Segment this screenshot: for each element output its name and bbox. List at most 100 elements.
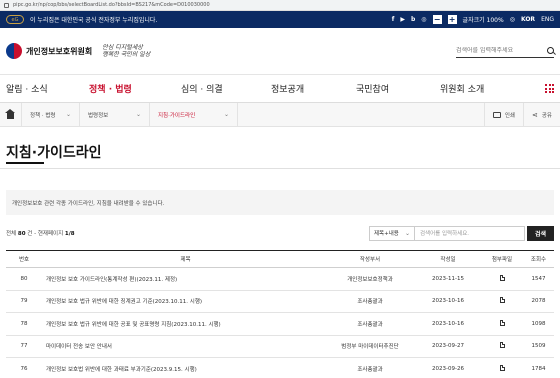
breadcrumb: 정책 · 법령 ⌄ 법령정보 ⌄ 지침·가이드라인 ⌄ 인쇄 ⋖ 공유 (0, 102, 560, 127)
table-row[interactable]: 78 개인정보 보호 법규 위반에 대한 공표 및 공표명령 지침(2023.1… (6, 312, 554, 336)
row-title-link[interactable]: 개인정보 보호 법규 위반에 대한 공표 및 공표명령 지침(2023.10.1… (42, 312, 325, 336)
file-icon[interactable] (499, 297, 505, 304)
search-icon[interactable] (547, 47, 554, 54)
row-number: 79 (6, 290, 42, 313)
row-views: 1509 (523, 335, 554, 358)
row-dept: 조사총괄과 (325, 312, 415, 336)
breadcrumb-label: 정책 · 법령 (30, 112, 56, 119)
col-header-views: 조회수 (530, 257, 547, 263)
font-size-label: 글자크기 100% (462, 17, 504, 24)
gov-notice-text: 이 누리집은 대한민국 공식 전자정부 누리집입니다. (30, 17, 158, 24)
nav-item-disclosure[interactable]: 정보공개 (271, 82, 356, 95)
section-divider (0, 168, 560, 169)
lang-eng-link[interactable]: ENG (541, 16, 554, 23)
url-text[interactable]: pipc.go.kr/np/cop/bbs/selectBoardList.do… (13, 2, 210, 8)
lang-kor-link[interactable]: KOR (521, 16, 535, 23)
lock-icon (4, 2, 9, 8)
count-mid: 건 - 현재페이지 (27, 231, 64, 237)
col-header-date: 작성일 (440, 257, 456, 263)
row-title-link[interactable]: 개인정보 보호 법규 위반에 대한 징계권고 기준(2023.10.11. 시행… (42, 290, 325, 313)
site-search (456, 44, 554, 58)
all-menu-grid-icon[interactable] (545, 84, 554, 93)
nav-item-participation[interactable]: 국민참여 (356, 82, 440, 95)
count-prefix: 전체 (6, 231, 17, 237)
file-icon[interactable] (499, 342, 505, 349)
table-row[interactable]: 80 개인정보 보호 가이드라인(통계작성 편)(2023.11. 제정) 개인… (6, 267, 554, 291)
font-increase-button[interactable]: + (447, 15, 457, 24)
row-date: 2023-11-15 (415, 267, 481, 291)
col-header-number: 번호 (18, 257, 30, 263)
globe-icon: ◎ (509, 16, 515, 23)
row-file-cell (481, 290, 523, 313)
breadcrumb-item-guideline[interactable]: 지침·가이드라인 ⌄ (150, 102, 238, 127)
share-button[interactable]: ⋖ 공유 (523, 102, 560, 127)
col-header-title: 제목 (180, 257, 191, 263)
government-emblem-icon[interactable] (6, 43, 22, 59)
search-type-select[interactable]: 제목+내용 ⌄ (369, 225, 415, 241)
file-icon[interactable] (499, 319, 505, 326)
chevron-down-icon: ⌄ (223, 111, 229, 118)
row-dept: 범정부 마이데이터추진단 (325, 335, 415, 358)
list-toolbar: 전체 80 건 - 현재페이지 1/8 제목+내용 ⌄ 검색어를 입력하세요. … (6, 225, 554, 241)
home-button[interactable] (0, 102, 22, 127)
nav-item-policy[interactable]: 정책 · 법령 (89, 82, 181, 95)
home-icon (5, 109, 15, 119)
result-count: 전체 80 건 - 현재페이지 1/8 (6, 229, 75, 237)
file-icon[interactable] (499, 364, 505, 371)
chevron-down-icon: ⌄ (65, 111, 71, 118)
nav-item-about[interactable]: 위원회 소개 (440, 82, 484, 95)
facebook-icon[interactable]: f (392, 16, 395, 23)
site-header: 개인정보보호위원회 안심 디지털세상 행복한 국민의 일상 (0, 28, 560, 75)
search-button[interactable]: 검색 (527, 225, 554, 241)
org-name[interactable]: 개인정보보호위원회 (26, 46, 92, 57)
print-button[interactable]: 인쇄 (483, 102, 523, 127)
row-file-cell (481, 312, 523, 336)
row-number: 80 (6, 267, 42, 291)
blog-icon[interactable]: b (411, 16, 415, 23)
page-indicator: 1/8 (64, 231, 75, 237)
breadcrumb-item-policy[interactable]: 정책 · 법령 ⌄ (22, 102, 80, 127)
row-number: 77 (6, 335, 42, 358)
row-dept: 조사총괄과 (325, 357, 415, 378)
table-row[interactable]: 79 개인정보 보호 법규 위반에 대한 징계권고 기준(2023.10.11.… (6, 290, 554, 313)
row-title-link[interactable]: 개인정보 보호법 위반에 대한 과태료 부과기준(2023.9.15. 시행) (42, 357, 325, 378)
chevron-down-icon: ⌄ (135, 111, 141, 118)
instagram-icon[interactable]: ◎ (421, 16, 426, 23)
guideline-table: 번호 제목 작성부서 작성일 첨부파일 조회수 80 개인정보 보호 가이드라인… (6, 250, 554, 378)
nav-item-news[interactable]: 알림 · 소식 (6, 82, 89, 95)
row-date: 2023-09-26 (415, 357, 481, 378)
share-label: 공유 (541, 112, 552, 119)
board-search: 제목+내용 ⌄ 검색어를 입력하세요. 검색 (369, 225, 554, 241)
table-row[interactable]: 76 개인정보 보호법 위반에 대한 과태료 부과기준(2023.9.15. 시… (6, 357, 554, 378)
row-views: 1098 (523, 312, 554, 336)
board-search-input[interactable]: 검색어를 입력하세요. (415, 225, 525, 241)
table-header-row: 번호 제목 작성부서 작성일 첨부파일 조회수 (6, 250, 554, 268)
print-icon (492, 111, 501, 118)
slogan: 안심 디지털세상 행복한 국민의 일상 (102, 44, 150, 58)
row-views: 1547 (523, 267, 554, 291)
row-dept: 개인정보보호정책과 (325, 267, 415, 291)
row-number: 76 (6, 357, 42, 378)
col-header-dept: 작성부서 (359, 257, 381, 263)
row-file-cell (481, 335, 523, 358)
row-views: 1784 (523, 357, 554, 378)
nav-item-deliberation[interactable]: 심의 · 의결 (181, 82, 271, 95)
row-title-link[interactable]: 개인정보 보호 가이드라인(통계작성 편)(2023.11. 제정) (42, 267, 325, 291)
table-row[interactable]: 77 마이데이터 전송 보안 안내서 범정부 마이데이터추진단 2023-09-… (6, 335, 554, 358)
youtube-icon[interactable]: ▶ (400, 16, 405, 23)
site-search-input[interactable] (456, 47, 536, 54)
board-description: 개인정보보호 관련 각종 가이드라인, 지침을 내려받을 수 있습니다. (6, 190, 554, 215)
row-date: 2023-09-27 (415, 335, 481, 358)
breadcrumb-label: 법령정보 (88, 112, 109, 119)
browser-url-bar[interactable]: pipc.go.kr/np/cop/bbs/selectBoardList.do… (0, 0, 560, 11)
font-decrease-button[interactable]: − (432, 15, 442, 24)
row-file-cell (481, 357, 523, 378)
slogan-line-2: 행복한 국민의 일상 (102, 51, 151, 58)
row-title-link[interactable]: 마이데이터 전송 보안 안내서 (42, 335, 325, 358)
breadcrumb-label: 지침·가이드라인 (158, 112, 196, 119)
search-type-value: 제목+내용 (374, 231, 399, 237)
gov-utilities: f ▶ b ◎ − + 글자크기 100% ◎ KOR ENG (392, 15, 554, 24)
breadcrumb-item-law[interactable]: 법령정보 ⌄ (80, 102, 150, 127)
row-date: 2023-10-16 (415, 290, 481, 313)
file-icon[interactable] (499, 274, 505, 281)
